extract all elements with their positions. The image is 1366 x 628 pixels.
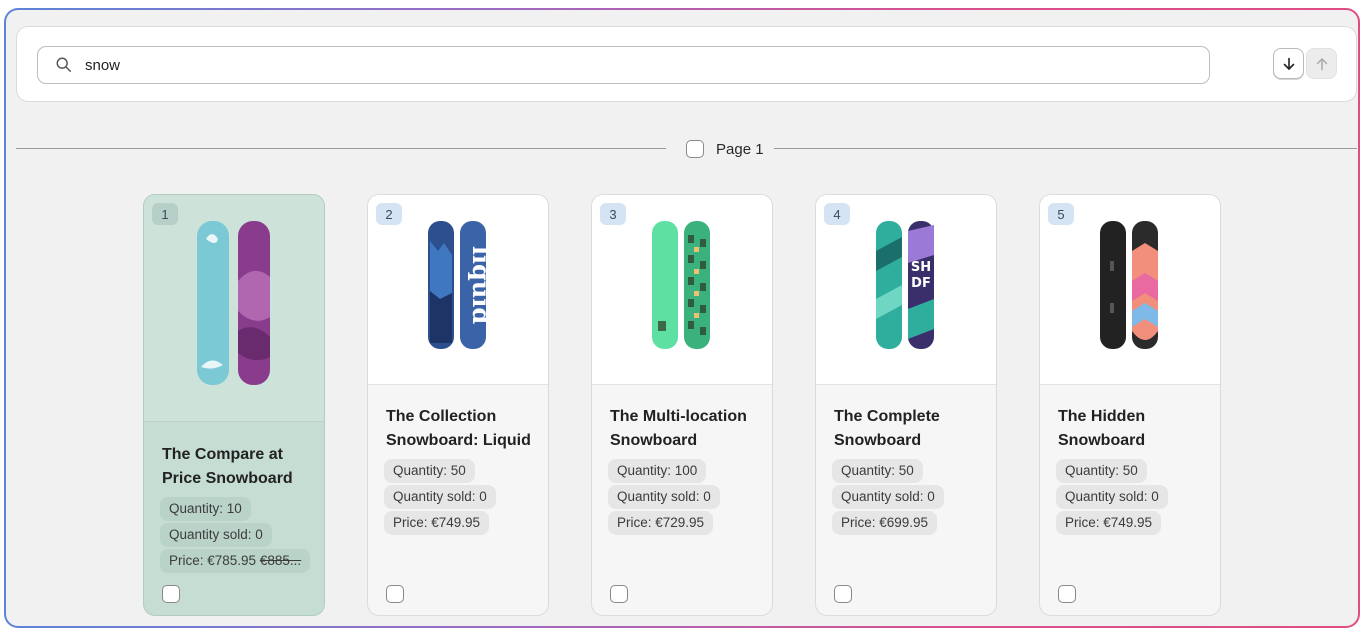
product-card[interactable]: 5 The Hidden Snowboard Quantity: 50 Quan… (1039, 194, 1221, 616)
price-chip: Price: €785.95 €885... (160, 549, 311, 573)
product-details: The Compare at Price Snowboard Quantity:… (160, 443, 316, 575)
product-title: The Compare at Price Snowboard (162, 446, 293, 487)
quantity-sold-chip: Quantity sold: 0 (608, 485, 720, 509)
product-index-badge: 2 (376, 203, 402, 225)
price-chip: Price: €729.95 (608, 511, 714, 535)
page-select-checkbox[interactable] (686, 140, 704, 158)
product-index-badge: 5 (1048, 203, 1074, 225)
product-title: The Collection Snowboard: Liquid (386, 408, 531, 449)
sort-controls (1273, 48, 1337, 80)
quantity-sold-chip: Quantity sold: 0 (160, 523, 272, 547)
product-card[interactable]: 3 The Multi-location Snowboard Quantity:… (591, 194, 773, 616)
price-value: Price: €785.95 (169, 553, 257, 568)
product-title: The Multi-location Snowboard (610, 408, 747, 449)
product-image: SH DF 4 (816, 195, 996, 385)
product-select-checkbox[interactable] (162, 585, 180, 603)
product-card[interactable]: SH DF 4 The Complete Snowboard Quantity:… (815, 194, 997, 616)
quantity-chip: Quantity: 50 (384, 459, 475, 483)
divider-line-left (16, 148, 666, 149)
page-label: Page 1 (716, 140, 764, 158)
snowboard-image: liquid (428, 221, 490, 349)
arrow-down-icon (1283, 57, 1294, 70)
snowboard-image (1100, 221, 1158, 349)
arrow-up-icon (1316, 57, 1327, 70)
product-title: The Complete Snowboard (834, 408, 940, 449)
quantity-chip: Quantity: 50 (1056, 459, 1147, 483)
product-details: The Hidden Snowboard Quantity: 50 Quanti… (1056, 405, 1212, 537)
page-divider: Page 1 (16, 138, 1357, 160)
search-input[interactable] (85, 50, 1209, 80)
price-chip: Price: €699.95 (832, 511, 938, 535)
search-panel (16, 26, 1357, 102)
snowboard-image (652, 221, 710, 349)
svg-text:DF: DF (911, 276, 931, 291)
price-chip: Price: €749.95 (384, 511, 490, 535)
product-title: The Hidden Snowboard (1058, 408, 1146, 449)
product-select-checkbox[interactable] (834, 585, 852, 603)
quantity-chip: Quantity: 50 (832, 459, 923, 483)
product-index-badge: 1 (152, 203, 178, 225)
svg-text:SH: SH (911, 260, 931, 275)
app-frame: Page 1 1 The Compare at Price Snowboard … (4, 8, 1360, 628)
compare-at-price: €885... (259, 553, 302, 568)
price-chip: Price: €749.95 (1056, 511, 1162, 535)
product-card[interactable]: 1 The Compare at Price Snowboard Quantit… (143, 194, 325, 616)
product-select-checkbox[interactable] (610, 585, 628, 603)
product-image: liquid 2 (368, 195, 548, 385)
product-details: The Multi-location Snowboard Quantity: 1… (608, 405, 764, 537)
snowboard-image (197, 221, 270, 385)
product-details: The Complete Snowboard Quantity: 50 Quan… (832, 405, 988, 537)
product-index-badge: 4 (824, 203, 850, 225)
svg-text:liquid: liquid (467, 246, 490, 325)
quantity-chip: Quantity: 10 (160, 497, 251, 521)
sort-ascending-button[interactable] (1306, 48, 1337, 79)
product-card[interactable]: liquid 2 The Collection Snowboard: Liqui… (367, 194, 549, 616)
product-select-checkbox[interactable] (1058, 585, 1076, 603)
quantity-sold-chip: Quantity sold: 0 (832, 485, 944, 509)
product-image: 5 (1040, 195, 1220, 385)
divider-line-right (764, 148, 1357, 149)
product-details: The Collection Snowboard: Liquid Quantit… (384, 405, 540, 537)
quantity-sold-chip: Quantity sold: 0 (384, 485, 496, 509)
search-icon (56, 57, 72, 73)
product-index-badge: 3 (600, 203, 626, 225)
product-image: 3 (592, 195, 772, 385)
page-header: Page 1 (676, 138, 774, 160)
quantity-chip: Quantity: 100 (608, 459, 707, 483)
product-select-checkbox[interactable] (386, 585, 404, 603)
quantity-sold-chip: Quantity sold: 0 (1056, 485, 1168, 509)
snowboard-image: SH DF (876, 221, 934, 349)
search-box[interactable] (37, 46, 1210, 84)
sort-descending-button[interactable] (1273, 48, 1304, 79)
product-image: 1 (144, 195, 324, 422)
